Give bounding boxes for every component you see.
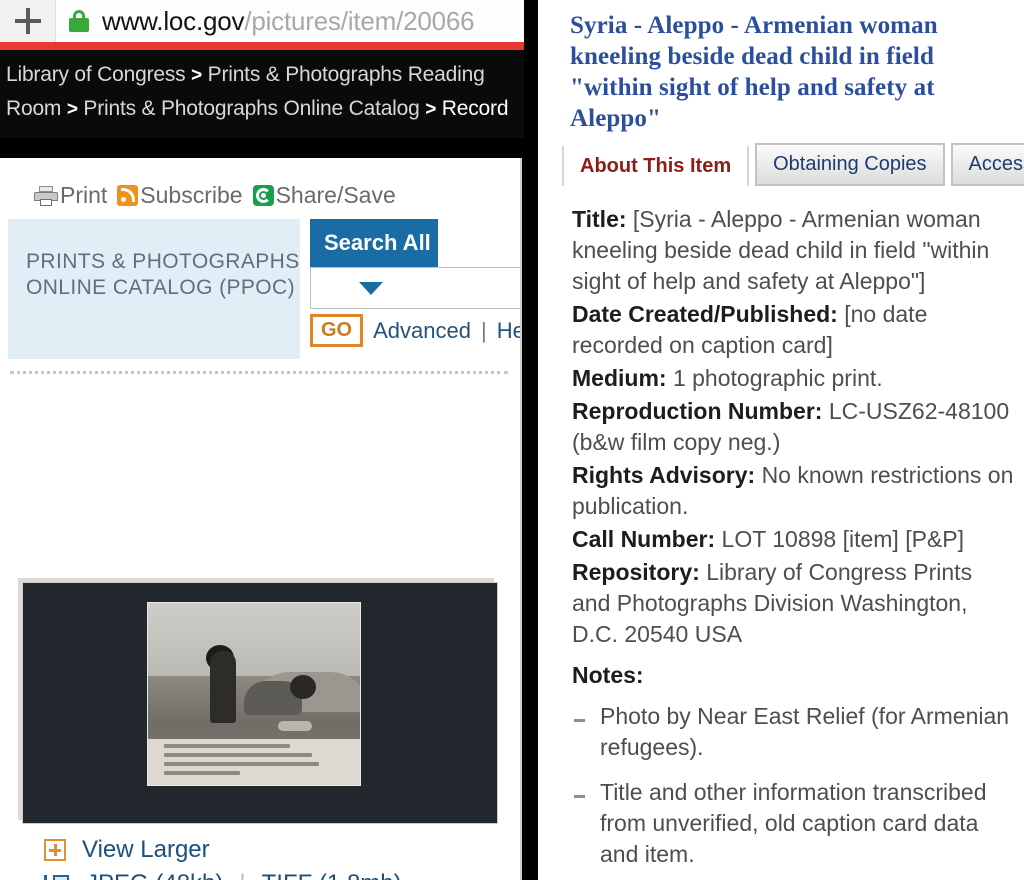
- tab-access-to-originals[interactable]: Access to Or: [950, 143, 1024, 186]
- notes-list: Photo by Near East Relief (for Armenian …: [572, 701, 1016, 880]
- breadcrumb-band: Library of Congress > Prints & Photograp…: [0, 50, 524, 138]
- rss-icon: [117, 185, 139, 206]
- field-value: [Syria - Aleppo - Armenian woman kneelin…: [572, 206, 990, 294]
- search-actions: GO Advanced | Help: [310, 314, 520, 347]
- search-input-wrapper[interactable]: [310, 267, 520, 309]
- ppoc-title: PRINTS & PHOTOGRAPHS ONLINE CATALOG (PPO…: [8, 219, 300, 301]
- photo-caption-strip: [148, 739, 360, 785]
- zoom-in-icon: [44, 839, 66, 861]
- screen-root: www.loc.gov/pictures/item/20066 Library …: [0, 0, 1024, 880]
- field-key: Call Number:: [572, 526, 716, 552]
- lock-icon: [68, 9, 90, 33]
- field-reproduction-number: Reproduction Number: LC-USZ62-48100 (b&w…: [572, 396, 1016, 458]
- note-item: Photo by Near East Relief (for Armenian …: [572, 701, 1016, 763]
- note-item: Title and other information transcribed …: [572, 777, 1016, 870]
- ppoc-search-block: PRINTS & PHOTOGRAPHS ONLINE CATALOG (PPO…: [0, 219, 520, 359]
- image-viewer[interactable]: [22, 582, 498, 824]
- view-larger-row[interactable]: View Larger: [44, 836, 504, 864]
- search-scope-tab[interactable]: Search All: [310, 219, 438, 267]
- field-call-number: Call Number: LOT 10898 [item] [P&P]: [572, 524, 1016, 555]
- field-value: 1 photographic print.: [672, 365, 883, 391]
- metadata-list: Title: [Syria - Aleppo - Armenian woman …: [538, 186, 1024, 880]
- field-key: Rights Advisory:: [572, 462, 756, 488]
- new-tab-button[interactable]: [0, 0, 56, 42]
- image-links: View Larger JPEG (48kb) | TIFF (1.8mb): [44, 836, 504, 880]
- field-key: Reproduction Number:: [572, 398, 823, 424]
- ppoc-title-line1: PRINTS & PHOTOGRAPHS: [26, 250, 300, 273]
- share-save-icon: [252, 185, 274, 206]
- search-controls: Search All GO Advanced | Help: [300, 219, 520, 359]
- field-rights-advisory: Rights Advisory: No known restrictions o…: [572, 460, 1016, 522]
- print-button[interactable]: Print: [34, 182, 107, 209]
- download-save-icon: [44, 873, 70, 880]
- go-button[interactable]: GO: [310, 314, 364, 347]
- print-label: Print: [60, 182, 108, 208]
- ppoc-title-line2: ONLINE CATALOG (PPOC): [26, 276, 295, 299]
- tiff-download-link[interactable]: TIFF (1.8mb): [262, 870, 402, 880]
- tab-obtaining-copies[interactable]: Obtaining Copies: [755, 143, 945, 186]
- share-save-label: Share/Save: [275, 182, 396, 208]
- section-divider: [10, 371, 508, 374]
- red-accent-bar: [0, 42, 524, 50]
- subscribe-button[interactable]: Subscribe: [117, 182, 243, 209]
- breadcrumb-separator: >: [191, 65, 202, 86]
- breadcrumb-item-loc[interactable]: Library of Congress: [6, 63, 186, 86]
- view-larger-link[interactable]: View Larger: [82, 836, 210, 864]
- breadcrumb: Library of Congress > Prints & Photograp…: [6, 58, 518, 126]
- address-bar[interactable]: www.loc.gov/pictures/item/20066: [56, 0, 524, 42]
- utility-toolbar: Print Subscribe Share/Save: [0, 158, 520, 219]
- url-host: www.loc.gov: [102, 6, 245, 36]
- printer-icon: [34, 185, 58, 206]
- breadcrumb-item-ppoc[interactable]: Prints & Photographs Online Catalog: [83, 97, 419, 120]
- tab-about-this-item[interactable]: About This Item: [562, 145, 750, 186]
- page-content: Print Subscribe Share/Save PRINTS & PHOT…: [0, 158, 522, 880]
- breadcrumb-item-record: Record: [441, 97, 509, 120]
- breadcrumb-separator: >: [66, 99, 78, 120]
- field-title: Title: [Syria - Aleppo - Armenian woman …: [572, 204, 1016, 297]
- download-divider: |: [239, 870, 245, 880]
- field-date-created-published: Date Created/Published: [no date recorde…: [572, 299, 1016, 361]
- record-tabs: About This Item Obtaining Copies Access …: [538, 143, 1024, 186]
- breadcrumb-separator: >: [425, 99, 437, 120]
- record-detail-panel: Syria - Aleppo - Armenian woman kneeling…: [538, 0, 1024, 880]
- ppoc-branding: PRINTS & PHOTOGRAPHS ONLINE CATALOG (PPO…: [8, 219, 300, 359]
- field-key: Date Created/Published:: [572, 301, 838, 327]
- jpeg-download-link[interactable]: JPEG (48kb): [86, 870, 223, 880]
- link-divider: |: [480, 317, 487, 343]
- browser-chrome: www.loc.gov/pictures/item/20066: [0, 0, 524, 42]
- field-key: Medium:: [572, 365, 667, 391]
- field-key: Title:: [572, 206, 627, 232]
- download-row: JPEG (48kb) | TIFF (1.8mb): [44, 870, 504, 880]
- item-photograph[interactable]: [147, 602, 361, 786]
- chevron-down-icon[interactable]: [359, 281, 383, 295]
- share-save-button[interactable]: Share/Save: [252, 182, 396, 209]
- field-key: Repository:: [572, 559, 700, 585]
- field-medium: Medium: 1 photographic print.: [572, 363, 1016, 394]
- field-repository: Repository: Library of Congress Prints a…: [572, 557, 1016, 650]
- url-text: www.loc.gov/pictures/item/20066: [102, 6, 475, 36]
- advanced-search-link[interactable]: Advanced: [373, 318, 471, 344]
- url-path: /pictures/item/20066: [244, 6, 475, 36]
- help-link[interactable]: Help: [497, 318, 520, 344]
- subscribe-label: Subscribe: [140, 182, 243, 208]
- browser-window-left: www.loc.gov/pictures/item/20066 Library …: [0, 0, 524, 880]
- notes-heading: Notes:: [572, 662, 644, 688]
- field-value: LOT 10898 [item] [P&P]: [721, 526, 965, 552]
- page-title: Syria - Aleppo - Armenian woman kneeling…: [570, 12, 938, 132]
- plus-icon: [14, 8, 41, 34]
